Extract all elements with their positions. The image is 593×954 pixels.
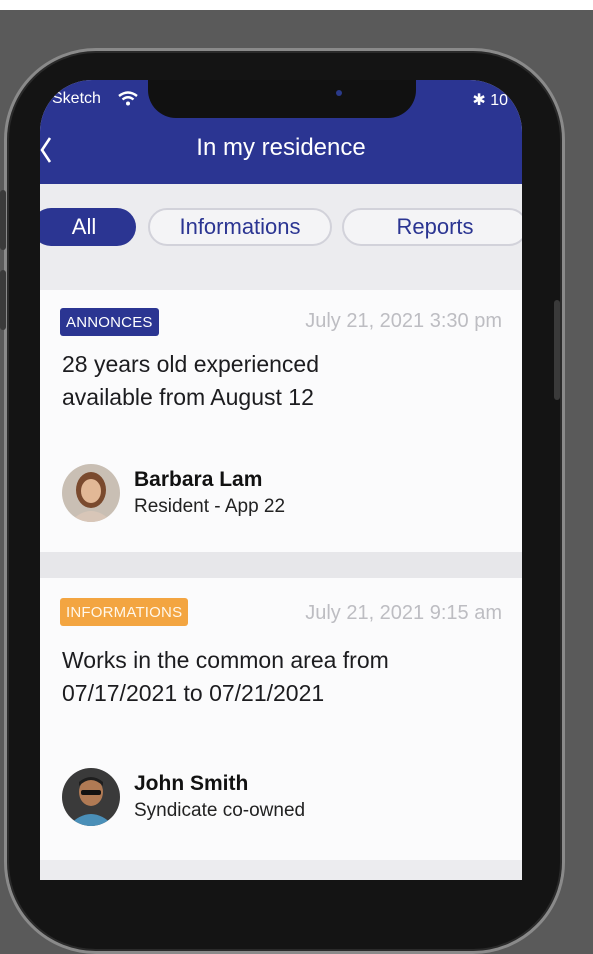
page-title: In my residence xyxy=(196,134,366,161)
battery-status: ✱ 10 xyxy=(472,90,508,110)
tab-informations[interactable]: Informations xyxy=(148,208,332,246)
author-name: Barbara Lam xyxy=(134,468,263,491)
phone-side-button xyxy=(554,300,560,400)
author-role: Syndicate co-owned xyxy=(134,800,306,821)
card-separator xyxy=(40,552,522,578)
post-text: Works in the common area from 07/17/2021… xyxy=(62,644,502,710)
category-badge: ANNONCES xyxy=(60,308,159,336)
post-card[interactable]: INFORMATIONS July 21, 2021 9:15 am Works… xyxy=(40,578,522,860)
bluetooth-icon: ✱ xyxy=(472,92,491,109)
app-screen: Sketch ✱ 10 In my residence All Informat… xyxy=(40,80,522,880)
battery-label: 10 xyxy=(490,92,508,109)
background-strip xyxy=(0,0,593,10)
post-card[interactable]: ANNONCES July 21, 2021 3:30 pm 28 years … xyxy=(40,290,522,552)
post-timestamp: July 21, 2021 3:30 pm xyxy=(305,310,502,332)
post-text-line: Works in the common area from xyxy=(62,647,389,673)
post-text-line: 28 years old experienced xyxy=(62,351,319,377)
post-text: 28 years old experienced available from … xyxy=(62,348,502,414)
phone-side-button xyxy=(0,270,6,330)
filter-tabs: All Informations Reports xyxy=(40,184,522,270)
post-timestamp: July 21, 2021 9:15 am xyxy=(305,602,502,624)
post-text-line: available from August 12 xyxy=(62,384,314,410)
status-bar: Sketch ✱ 10 xyxy=(40,80,522,118)
wifi-icon xyxy=(118,90,138,110)
author-role: Resident - App 22 xyxy=(134,496,286,517)
tab-all[interactable]: All xyxy=(40,208,136,246)
phone-notch xyxy=(148,80,416,118)
avatar[interactable] xyxy=(62,464,120,522)
phone-side-button xyxy=(0,190,6,250)
author-name: John Smith xyxy=(134,772,249,795)
category-badge: INFORMATIONS xyxy=(60,598,189,626)
avatar[interactable] xyxy=(62,768,120,826)
camera-dot xyxy=(336,90,342,96)
carrier-label: Sketch xyxy=(52,90,101,107)
tab-reports[interactable]: Reports xyxy=(342,208,522,246)
post-text-line: 07/17/2021 to 07/21/2021 xyxy=(62,680,325,706)
app-header: Sketch ✱ 10 In my residence xyxy=(40,80,522,184)
